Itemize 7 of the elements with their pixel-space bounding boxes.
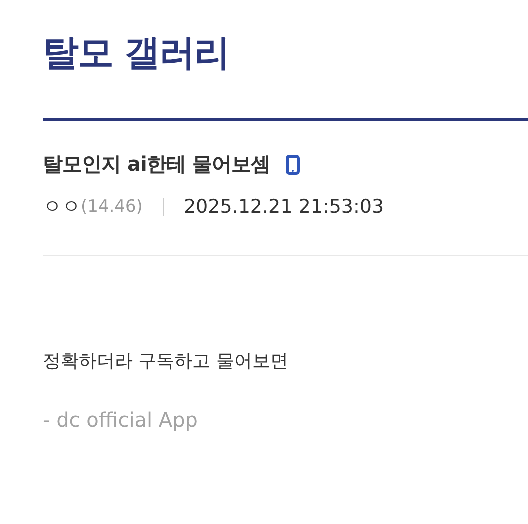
author-name[interactable]: ㅇㅇ [43,194,81,220]
post-title: 탈모인지 ai한테 물어보셈 [43,151,270,178]
author-ip: (14.46) [81,197,143,217]
post-date: 2025.12.21 21:53:03 [184,196,384,218]
post-text: 정확하더라 구독하고 물어보면 [43,350,290,374]
signature-text: - dc official App [43,408,199,432]
gallery-title[interactable]: 탈모 갤러리 [43,22,528,86]
